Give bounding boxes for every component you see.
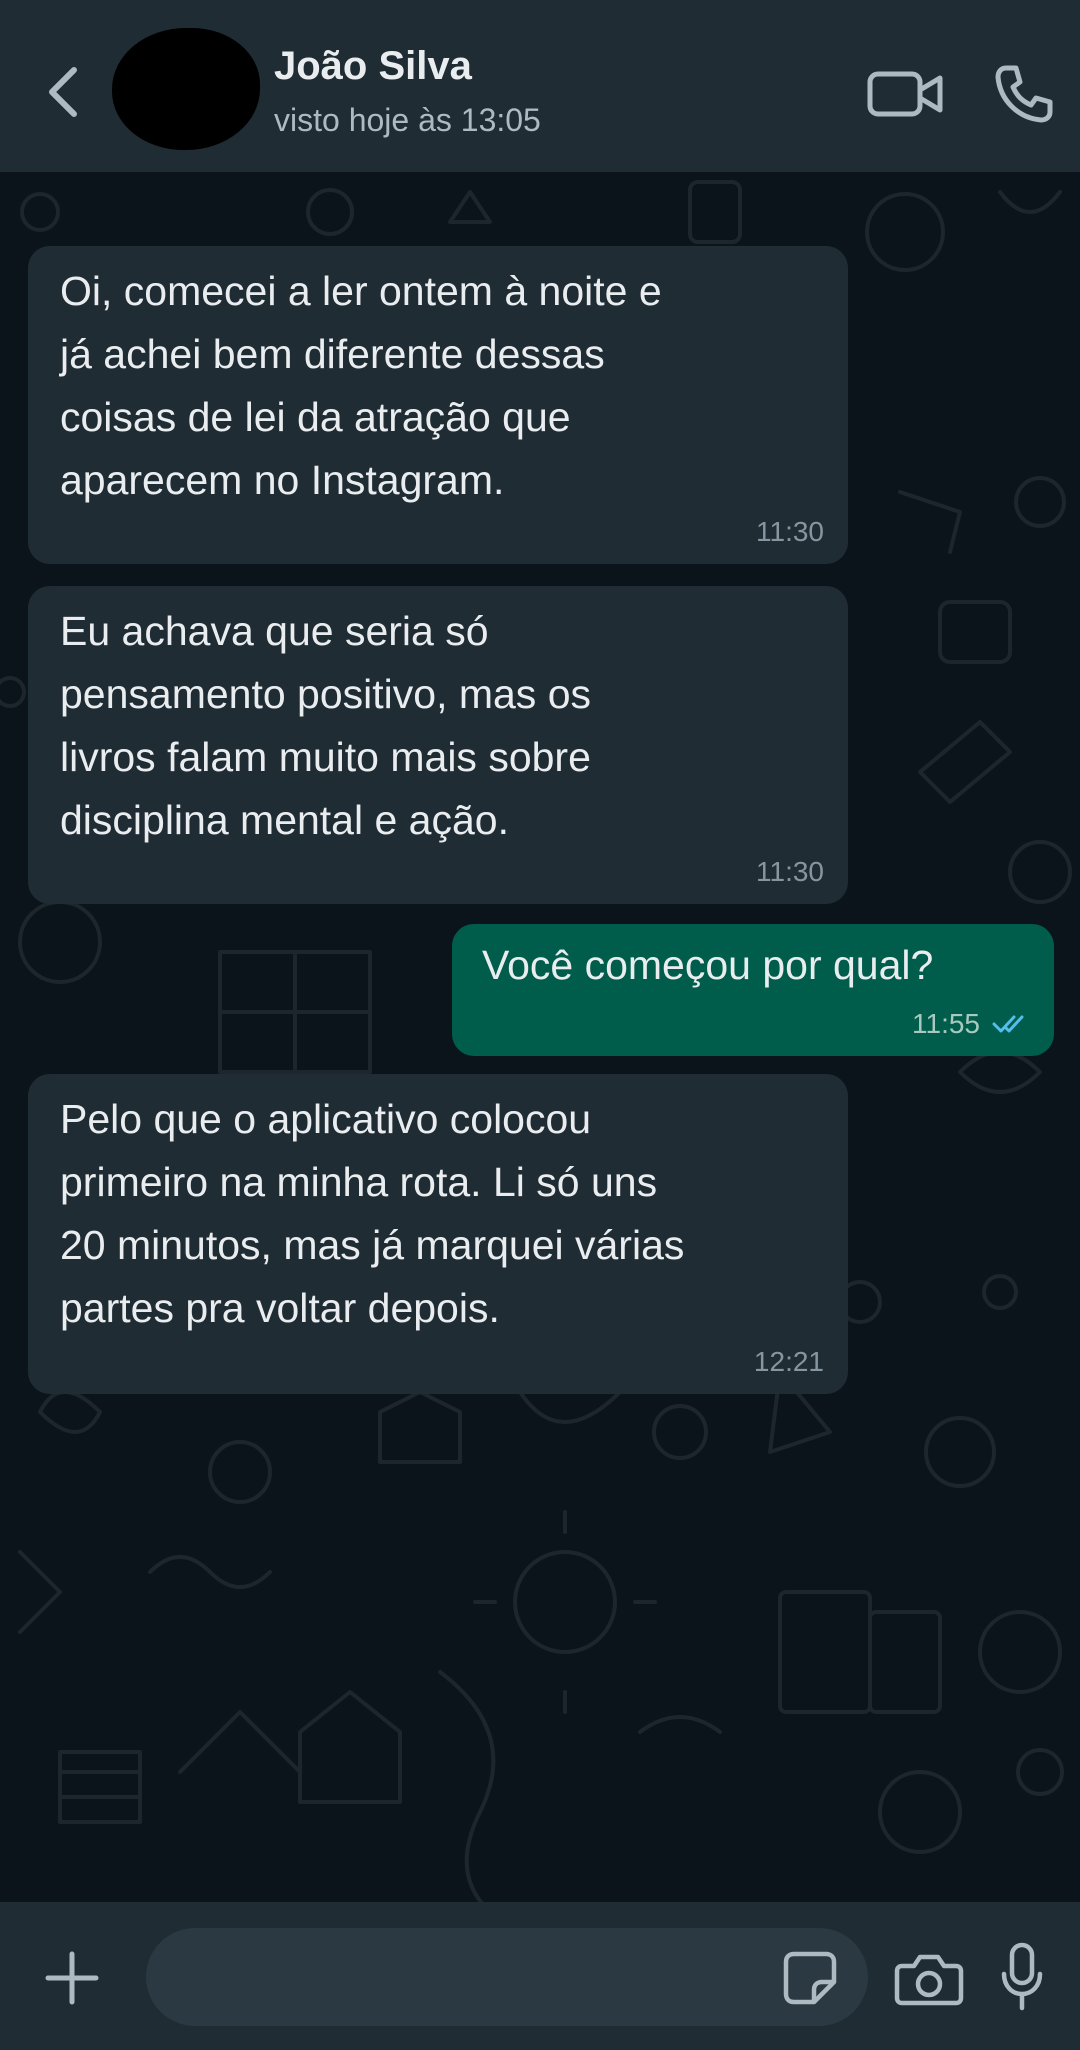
message-text: Pelo que o aplicativo colocou primeiro n…: [60, 1096, 685, 1331]
message-time: 12:21: [753, 1346, 824, 1377]
conversation-area[interactable]: Oi, comecei a ler ontem à noite e já ach…: [0, 172, 1080, 1902]
message-bubble-outgoing[interactable]: Você começou por qual? 11:55: [452, 924, 1054, 1056]
sticker-icon[interactable]: [782, 1950, 838, 2006]
microphone-icon[interactable]: [1000, 1942, 1044, 2012]
message-time: 11:55: [912, 1008, 980, 1039]
message-bubble-incoming[interactable]: Oi, comecei a ler ontem à noite e já ach…: [28, 246, 848, 564]
plus-icon[interactable]: [42, 1948, 102, 2008]
avatar[interactable]: [112, 28, 260, 150]
message-input[interactable]: [146, 1928, 868, 2026]
camera-icon[interactable]: [894, 1952, 964, 2006]
message-composer: [0, 1902, 1080, 2050]
message-time: 11:30: [756, 856, 824, 887]
read-receipt-icon: [992, 1015, 1024, 1033]
phone-call-icon[interactable]: [992, 62, 1056, 126]
message-bubble-incoming[interactable]: Eu achava que seria só pensamento positi…: [28, 586, 848, 904]
last-seen-status: visto hoje às 13:05: [274, 102, 541, 138]
back-arrow-icon[interactable]: [40, 60, 88, 124]
message-bubble-incoming[interactable]: Pelo que o aplicativo colocou primeiro n…: [28, 1074, 848, 1394]
video-call-icon[interactable]: [866, 62, 946, 126]
message-text: Você começou por qual?: [482, 942, 934, 988]
contact-name[interactable]: João Silva: [274, 44, 472, 89]
chat-header: João Silva visto hoje às 13:05: [0, 0, 1080, 172]
message-time: 11:30: [756, 516, 824, 547]
message-text: Oi, comecei a ler ontem à noite e já ach…: [60, 268, 662, 503]
message-text: Eu achava que seria só pensamento positi…: [60, 608, 591, 843]
